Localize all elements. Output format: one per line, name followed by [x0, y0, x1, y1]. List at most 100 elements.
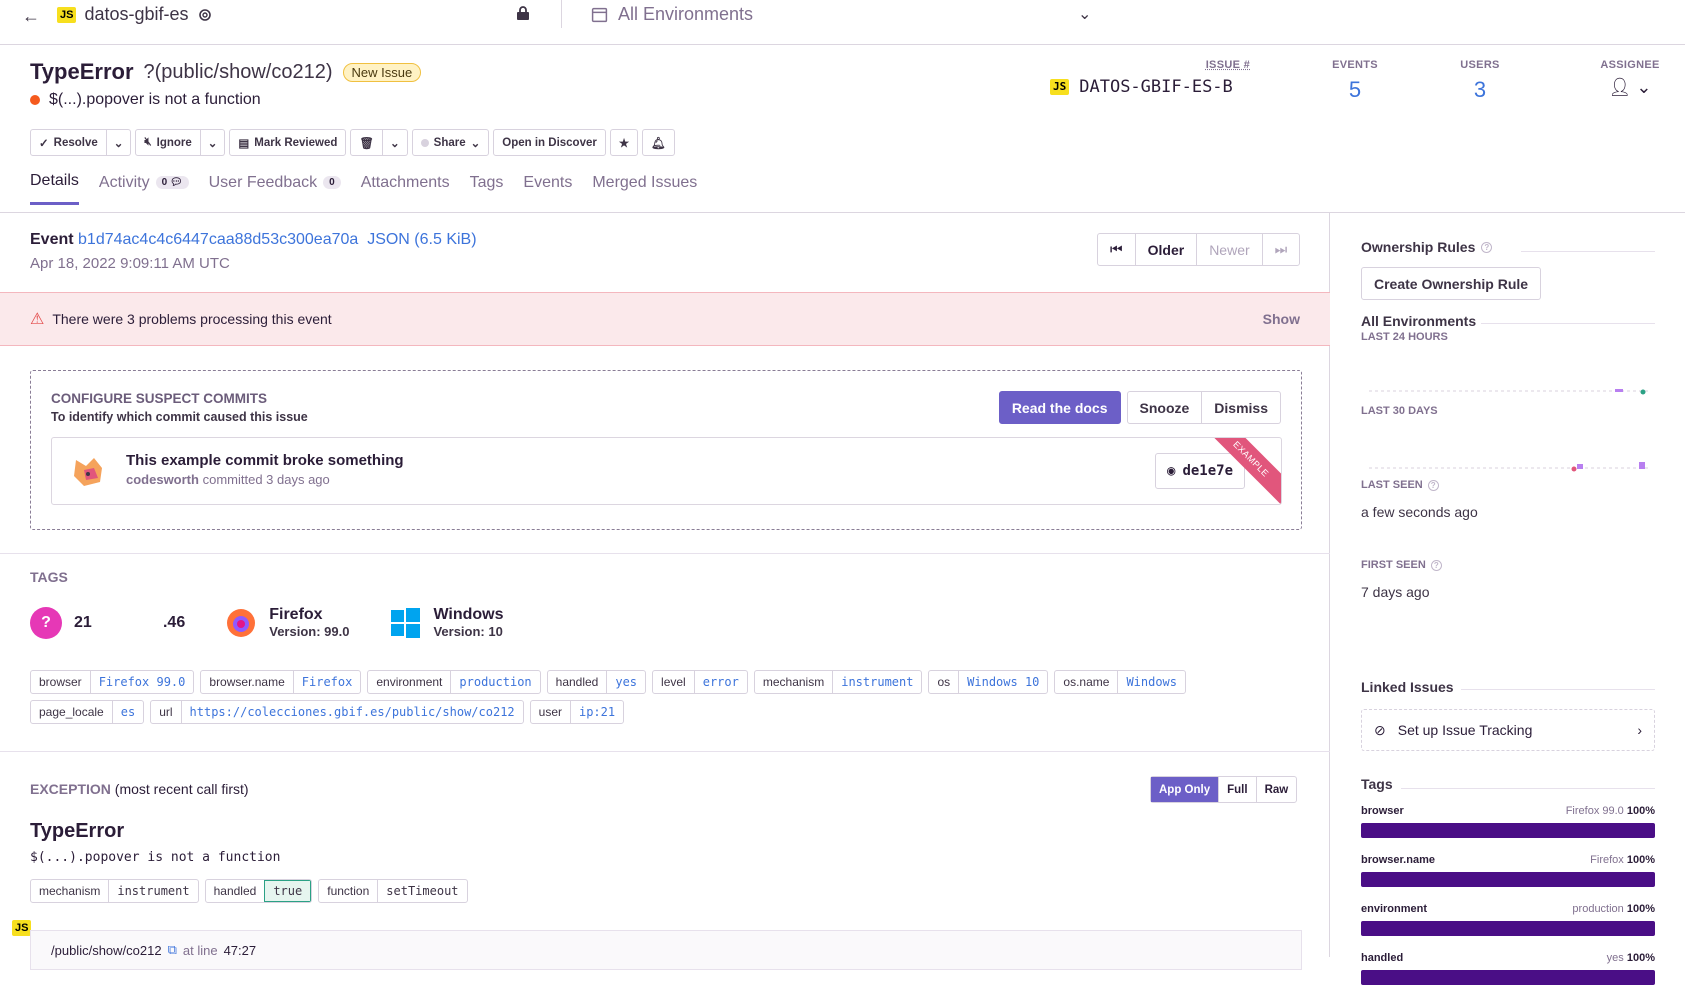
- snooze-button[interactable]: Snooze: [1127, 391, 1203, 424]
- ignore-dropdown[interactable]: ⌄: [201, 129, 226, 156]
- full-button[interactable]: Full: [1218, 777, 1255, 802]
- bookmark-button[interactable]: ★: [610, 129, 638, 156]
- tab-user-feedback[interactable]: User Feedback 0: [209, 172, 341, 205]
- tag-distribution-row[interactable]: browser Firefox 99.0 100%: [1361, 805, 1655, 838]
- divider: [0, 553, 1330, 554]
- tag-pill[interactable]: os Windows 10: [928, 670, 1048, 694]
- last-event-icon[interactable]: ⏭: [1262, 234, 1300, 265]
- dismiss-button[interactable]: Dismiss: [1202, 391, 1281, 424]
- users-stat[interactable]: USERS 3: [1450, 59, 1510, 103]
- commit-sha-button[interactable]: ◉ de1e7e: [1155, 453, 1245, 489]
- firefox-icon: [225, 607, 257, 639]
- issue-id[interactable]: JS DATOS-GBIF-ES-B: [1050, 77, 1250, 97]
- inbox-icon: ▤: [238, 136, 249, 150]
- tag-value[interactable]: es: [112, 701, 143, 723]
- older-button[interactable]: Older: [1135, 234, 1197, 265]
- assignee-stat[interactable]: ASSIGNEE 👤︎ ⌄: [1595, 59, 1665, 98]
- tag-value[interactable]: yes: [606, 671, 645, 693]
- tag-key: mechanism: [31, 884, 108, 898]
- environment-selector[interactable]: All Environments: [591, 4, 753, 25]
- tab-tags[interactable]: Tags: [470, 172, 504, 205]
- tag-bar: [1361, 872, 1655, 887]
- app-only-button[interactable]: App Only: [1151, 777, 1218, 802]
- read-docs-button[interactable]: Read the docs: [999, 391, 1121, 424]
- tag-value[interactable]: production: [450, 671, 539, 693]
- resolve-dropdown[interactable]: ⌄: [107, 129, 132, 156]
- tag-pill[interactable]: mechanism instrument: [30, 879, 199, 903]
- create-ownership-rule-button[interactable]: Create Ownership Rule: [1361, 267, 1541, 300]
- tag-value[interactable]: Windows 10: [958, 671, 1047, 693]
- new-issue-badge: New Issue: [343, 63, 422, 82]
- tag-distribution[interactable]: browser Firefox 99.0 100% browser.name Fire…: [1361, 805, 1655, 1001]
- last-24-hours-chart[interactable]: [1369, 368, 1651, 398]
- suspect-subheading: To identify which commit caused this iss…: [51, 410, 308, 424]
- tag-pill[interactable]: mechanism instrument: [754, 670, 923, 694]
- tag-value[interactable]: instrument: [108, 880, 197, 902]
- resolve-button[interactable]: ✓ Resolve: [30, 129, 107, 156]
- gear-icon[interactable]: [197, 7, 213, 23]
- tag-pill[interactable]: user ip:21: [530, 700, 624, 724]
- stack-frame[interactable]: /public/show/co212 ⧉ at line 47:27: [30, 930, 1302, 970]
- tag-pill[interactable]: browser Firefox 99.0: [30, 670, 194, 694]
- back-arrow-icon[interactable]: ←: [22, 6, 40, 27]
- tag-pill[interactable]: os.name Windows: [1054, 670, 1186, 694]
- lock-icon[interactable]: [515, 5, 531, 21]
- chevron-down-icon: ⌄: [471, 136, 481, 150]
- exception-pills: mechanism instrument handled true function se…: [30, 879, 1290, 903]
- chevron-down-icon[interactable]: ⌄: [1078, 4, 1091, 24]
- assignee-selector[interactable]: 👤︎ ⌄: [1595, 77, 1665, 98]
- tag-top-value: yes 100%: [1607, 952, 1655, 964]
- tag-value[interactable]: ip:21: [570, 701, 623, 723]
- tag-value[interactable]: Firefox: [293, 671, 361, 693]
- tag-bar: [1361, 823, 1655, 838]
- project-selector[interactable]: JS datos-gbif-es: [57, 4, 213, 25]
- tag-pill[interactable]: handled true: [205, 879, 313, 903]
- tag-value[interactable]: https://colecciones.gbif.es/public/show/…: [181, 701, 523, 723]
- share-button[interactable]: Share ⌄: [412, 129, 490, 156]
- chevron-down-icon: ⌄: [1636, 77, 1651, 97]
- check-icon: ✓: [39, 136, 49, 150]
- delete-button[interactable]: 🗑︎: [350, 129, 383, 156]
- external-link-icon[interactable]: ⧉: [168, 942, 177, 958]
- tab-merged-issues[interactable]: Merged Issues: [592, 172, 697, 205]
- tab-attachments[interactable]: Attachments: [361, 172, 450, 205]
- events-stat[interactable]: EVENTS 5: [1325, 59, 1385, 103]
- newer-button[interactable]: Newer: [1196, 234, 1261, 265]
- tag-pill[interactable]: page_locale es: [30, 700, 144, 724]
- tag-distribution-row[interactable]: browser.name Firefox 100%: [1361, 854, 1655, 887]
- tab-events[interactable]: Events: [523, 172, 572, 205]
- tab-details[interactable]: Details: [30, 172, 79, 205]
- help-icon: ?: [1428, 480, 1439, 491]
- mark-reviewed-button[interactable]: ▤ Mark Reviewed: [229, 129, 346, 156]
- tag-value[interactable]: instrument: [832, 671, 921, 693]
- tag-pill[interactable]: function setTimeout: [318, 879, 467, 903]
- tag-pill[interactable]: handled yes: [547, 670, 646, 694]
- first-event-icon[interactable]: ⏮: [1098, 234, 1135, 265]
- event-id-link[interactable]: b1d74ac4c4c6447caa88d53c300ea70a: [78, 231, 358, 248]
- tag-value[interactable]: true: [264, 880, 311, 902]
- delete-dropdown[interactable]: ⌄: [383, 129, 408, 156]
- subscribe-button[interactable]: 🔔︎: [642, 129, 675, 156]
- ignore-button[interactable]: 🔇︎ Ignore: [135, 129, 200, 156]
- tag-value[interactable]: Firefox 99.0: [90, 671, 194, 693]
- set-up-issue-tracking[interactable]: ⊘ Set up Issue Tracking ›: [1361, 709, 1655, 751]
- tag-pill[interactable]: environment production: [367, 670, 540, 694]
- show-errors-button[interactable]: Show: [1263, 311, 1300, 327]
- open-in-discover-button[interactable]: Open in Discover: [493, 129, 606, 156]
- tab-activity[interactable]: Activity 0 💬︎: [99, 172, 189, 205]
- context-summary: ? 21 .46 Firefox Version: 99.0 Windows Ver…: [30, 606, 504, 639]
- last-30-days-chart[interactable]: [1369, 445, 1651, 475]
- user-icon: 👤︎: [1609, 77, 1632, 97]
- tag-pill[interactable]: level error: [652, 670, 748, 694]
- tag-distribution-row[interactable]: environment production 100%: [1361, 903, 1655, 936]
- json-link[interactable]: JSON (6.5 KiB): [367, 231, 476, 248]
- tag-value[interactable]: setTimeout: [377, 880, 466, 902]
- tag-value[interactable]: error: [694, 671, 747, 693]
- tag-pill[interactable]: browser.name Firefox: [200, 670, 361, 694]
- tag-name: handled: [1361, 952, 1403, 964]
- windows-icon: [389, 607, 421, 639]
- tag-pill[interactable]: url https://colecciones.gbif.es/public/sh…: [150, 700, 523, 724]
- comment-icon: 💬︎: [170, 177, 183, 188]
- raw-button[interactable]: Raw: [1256, 777, 1297, 802]
- tag-value[interactable]: Windows: [1117, 671, 1185, 693]
